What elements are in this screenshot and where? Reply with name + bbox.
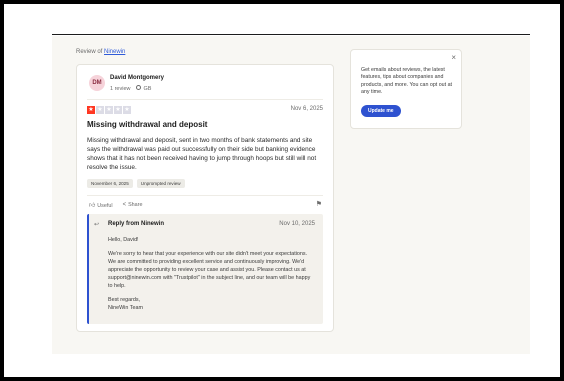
country-code: GB	[143, 86, 152, 92]
page-background: Review of Ninewin DM David Montgomery 1 …	[52, 36, 530, 354]
review-actions: 👍︎ Useful < Share	[89, 201, 142, 209]
unprompted-review-tag[interactable]: Unprompted review	[136, 179, 185, 188]
share-icon: <	[122, 202, 127, 208]
breadcrumb: Review of Ninewin	[76, 49, 125, 55]
reply-text: Hello, David! We're sorry to hear that y…	[108, 236, 316, 312]
reply-date: Nov 10, 2025	[279, 221, 315, 227]
review-tags: November 6, 2025 Unprompted review	[87, 179, 185, 188]
thumbs-up-icon: 👍︎	[89, 203, 96, 209]
header-divider	[52, 34, 530, 35]
close-icon[interactable]: ×	[451, 53, 456, 62]
review-date: Nov 6, 2025	[290, 106, 323, 112]
company-reply: ↩ Reply from Ninewin Nov 10, 2025 Hello,…	[87, 214, 323, 324]
divider	[87, 195, 323, 196]
star-icon: ★	[123, 106, 131, 114]
author-name[interactable]: David Montgomery	[110, 75, 164, 81]
review-count: 1 review	[110, 85, 131, 92]
country: GB	[136, 85, 151, 92]
reply-greeting: Hello, David!	[108, 237, 139, 243]
reply-paragraph: We're sorry to hear that your experience…	[108, 251, 311, 289]
star-icon: ★	[105, 106, 113, 114]
breadcrumb-prefix: Review of	[76, 49, 103, 55]
star-icon: ★	[96, 106, 104, 114]
avatar[interactable]: DM	[89, 75, 105, 91]
star-icon: ★	[87, 106, 95, 114]
share-button[interactable]: < Share	[123, 202, 143, 208]
location-pin-icon	[136, 85, 142, 90]
useful-button[interactable]: 👍︎ Useful	[89, 201, 113, 209]
flag-icon[interactable]: ⚑	[316, 200, 322, 208]
star-icon: ★	[114, 106, 122, 114]
breadcrumb-company-link[interactable]: Ninewin	[104, 49, 125, 55]
screenshot-frame: Review of Ninewin DM David Montgomery 1 …	[0, 0, 564, 381]
reply-signature: NineWin Team	[108, 305, 143, 311]
author-meta: 1 review GB	[110, 85, 151, 92]
reply-signoff: Best regards,	[108, 297, 141, 303]
date-of-experience-tag: November 6, 2025	[87, 179, 133, 188]
star-rating: ★ ★ ★ ★ ★	[87, 106, 131, 114]
review-card: DM David Montgomery 1 review GB ★ ★ ★ ★ ★ No…	[76, 64, 334, 332]
review-title[interactable]: Missing withdrawal and deposit	[87, 120, 207, 129]
useful-label: Useful	[97, 203, 113, 209]
reply-arrow-icon: ↩	[94, 222, 100, 228]
share-label: Share	[128, 202, 143, 208]
email-signup-text: Get emails about reviews, the latest fea…	[361, 67, 452, 96]
review-body: Missing withdrawal and deposit, sent in …	[87, 137, 317, 171]
reply-heading: Reply from Ninewin	[108, 221, 165, 227]
email-signup-card: × Get emails about reviews, the latest f…	[350, 49, 462, 129]
update-me-button[interactable]: Update me	[361, 105, 401, 117]
divider	[87, 99, 323, 100]
